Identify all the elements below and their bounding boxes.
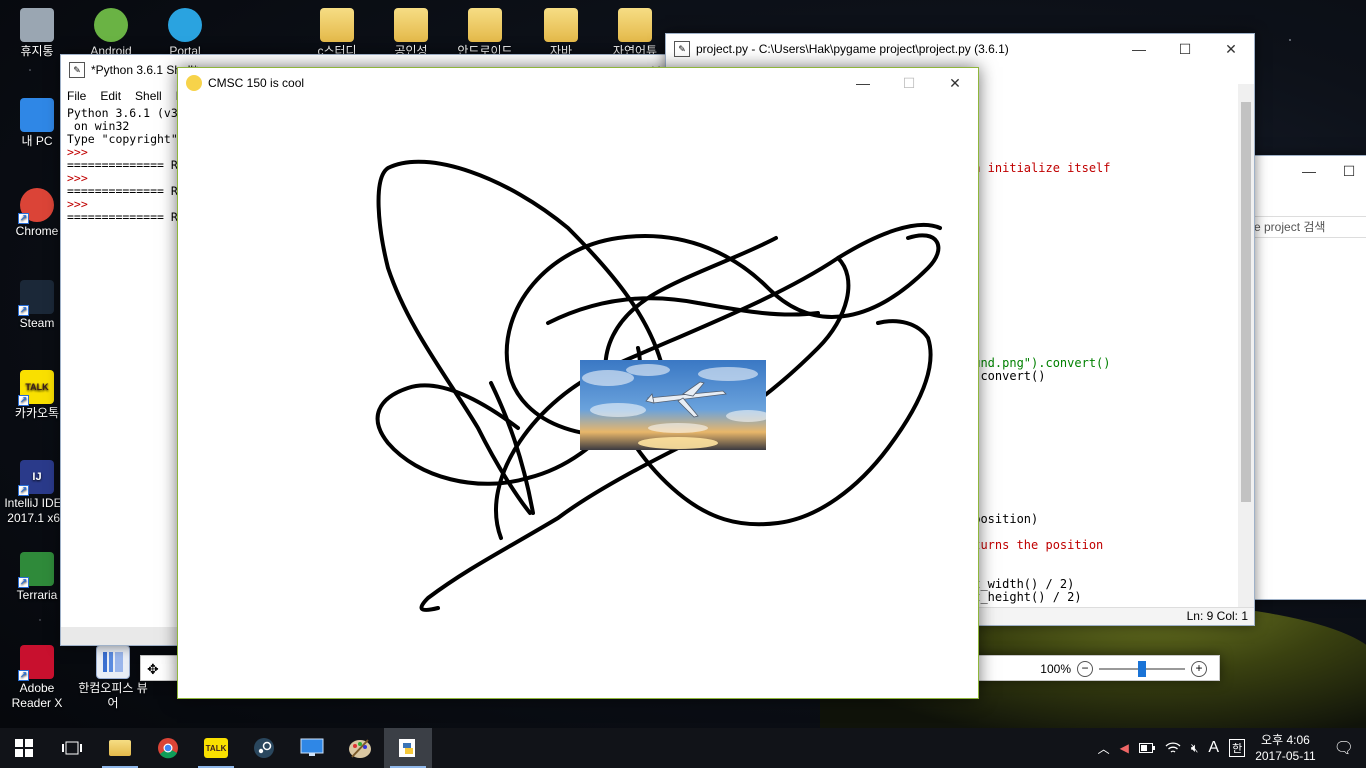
airplane-photo <box>580 360 770 450</box>
zoom-controls: 100% − + <box>1040 656 1219 682</box>
palette-icon <box>349 739 371 758</box>
zoom-slider[interactable] <box>1099 661 1185 677</box>
intellij-icon: IJ ↗ <box>18 460 54 496</box>
taskbar: TALK ︿ ◀ 🔇︎ A 한 오후 4:06 2017-05-11 🗨︎ <box>0 728 1366 768</box>
android-studio-icon <box>94 8 128 42</box>
search-input[interactable]: me project 검색 <box>1241 216 1366 238</box>
maximize-button[interactable]: ☐ <box>1329 156 1366 186</box>
idle-icon: ✎ <box>69 62 85 78</box>
desktop-icon-1[interactable]: 휴지통 <box>0 8 74 59</box>
desktop-top-icon-5[interactable]: 안드로이드 <box>448 8 522 59</box>
python-icon <box>399 739 415 757</box>
desktop-top-icon-1[interactable]: Android <box>74 8 148 59</box>
desktop-icon-label: 한컴오피스 뷰어 <box>78 681 148 710</box>
chrome-icon <box>158 738 178 759</box>
file-explorer-window[interactable]: — ☐ me project 검색 <box>1240 155 1366 600</box>
move-icon[interactable]: ✥ <box>147 661 159 678</box>
system-tray: ︿ ◀ 🔇︎ A 한 오후 4:06 2017-05-11 🗨︎ <box>1098 732 1366 764</box>
zoom-level-label: 100% <box>1040 662 1071 676</box>
shortcut-arrow-icon: ↗ <box>18 395 29 406</box>
folder-icon <box>320 8 354 42</box>
monitor-icon <box>300 738 324 756</box>
minimize-button[interactable]: — <box>1289 156 1329 186</box>
desktop-icon-8[interactable]: ↗ Adobe Reader X <box>0 645 74 711</box>
taskbar-app-file-explorer[interactable] <box>96 728 144 768</box>
chrome-icon: ↗ <box>18 188 54 224</box>
close-button[interactable]: ✕ <box>932 68 978 98</box>
zoom-slider-thumb[interactable] <box>1138 661 1146 677</box>
desktop-top-icon-3[interactable]: c스터디 <box>300 8 374 59</box>
minimize-button[interactable]: — <box>1116 34 1162 64</box>
speaker-muted-icon[interactable]: 🔇︎ <box>1191 741 1199 756</box>
folder-icon <box>109 740 131 756</box>
desktop-top-icon-4[interactable]: 공인성 <box>374 8 448 59</box>
desktop-top-icon-2[interactable]: Portal <box>148 8 222 59</box>
menu-item-file[interactable]: File <box>67 89 86 103</box>
terraria-icon: ↗ <box>18 552 54 588</box>
vertical-scrollbar[interactable] <box>1238 84 1254 607</box>
drawing-canvas[interactable] <box>178 98 978 698</box>
idle-icon: ✎ <box>674 41 690 57</box>
scrollbar-thumb[interactable] <box>1241 102 1251 502</box>
task-view-button[interactable] <box>48 728 96 768</box>
zoom-in-button[interactable]: + <box>1191 661 1207 677</box>
minimize-button[interactable]: — <box>840 68 886 98</box>
desktop-icon-hancom[interactable]: 한컴오피스 뷰어 <box>76 645 150 711</box>
clock[interactable]: 오후 4:06 2017-05-11 <box>1255 732 1316 764</box>
clock-date: 2017-05-11 <box>1255 749 1316 763</box>
kakaotalk-icon: TALK ↗ <box>18 370 54 406</box>
desktop-top-icon-6[interactable]: 자바 <box>524 8 598 59</box>
adobe-reader-icon: ↗ <box>18 645 54 681</box>
code-line: et_height() / 2) <box>966 590 1082 604</box>
taskbar-app-kakaotalk[interactable]: TALK <box>192 728 240 768</box>
window-title: project.py - C:\Users\Hak\pygame project… <box>696 42 1009 56</box>
taskbar-app-chrome[interactable] <box>144 728 192 768</box>
pygame-snake-icon <box>186 75 202 91</box>
maximize-button[interactable]: ☐ <box>1162 34 1208 64</box>
close-button[interactable]: ✕ <box>1208 34 1254 64</box>
chevron-up-icon[interactable]: ︿ <box>1098 740 1110 757</box>
clock-time: 오후 4:06 <box>1261 733 1310 747</box>
steam-icon: ↗ <box>18 280 54 316</box>
shortcut-arrow-icon: ↗ <box>18 577 29 588</box>
recycle-bin-icon <box>20 8 54 42</box>
menu-item-edit[interactable]: Edit <box>100 89 121 103</box>
taskbar-app-remote-desktop[interactable] <box>288 728 336 768</box>
volume-warning-icon[interactable]: ◀ <box>1120 741 1129 755</box>
folder-icon <box>468 8 502 42</box>
kakaotalk-icon: TALK <box>204 738 228 758</box>
notification-icon[interactable]: 🗨︎ <box>1334 738 1354 758</box>
pc-icon <box>20 98 54 132</box>
pygame-window[interactable]: CMSC 150 is cool — ☐ ✕ <box>177 67 979 699</box>
folder-icon <box>618 8 652 42</box>
code-line: eturns the position <box>966 538 1104 552</box>
desktop-top-icon-7[interactable]: 자연어튜 <box>598 8 672 59</box>
steam-icon <box>254 738 274 758</box>
taskbar-app-paint[interactable] <box>336 728 384 768</box>
zoom-out-button[interactable]: − <box>1077 661 1093 677</box>
taskbar-app-steam[interactable] <box>240 728 288 768</box>
ime-language-indicator[interactable]: 한 <box>1229 739 1246 757</box>
windows-logo-icon <box>15 739 33 757</box>
ime-mode-indicator[interactable]: A <box>1208 739 1219 757</box>
task-view-icon <box>62 741 82 755</box>
folder-icon <box>394 8 428 42</box>
menu-item-shell[interactable]: Shell <box>135 89 162 103</box>
hancom-viewer-icon <box>96 645 130 679</box>
battery-icon[interactable] <box>1138 743 1155 753</box>
desktop-icon-label: Adobe Reader X <box>11 681 63 710</box>
start-button[interactable] <box>0 728 48 768</box>
taskbar-app-python[interactable] <box>384 728 432 768</box>
shortcut-arrow-icon: ↗ <box>18 670 29 681</box>
maximize-button: ☐ <box>902 74 916 91</box>
code-line: an initialize itself <box>966 161 1111 175</box>
shortcut-arrow-icon: ↗ <box>18 213 29 224</box>
portal-icon <box>168 8 202 42</box>
folder-icon <box>544 8 578 42</box>
wifi-icon[interactable] <box>1165 741 1181 755</box>
window-title: CMSC 150 is cool <box>208 76 305 90</box>
shortcut-arrow-icon: ↗ <box>18 485 29 496</box>
shortcut-arrow-icon: ↗ <box>18 305 29 316</box>
